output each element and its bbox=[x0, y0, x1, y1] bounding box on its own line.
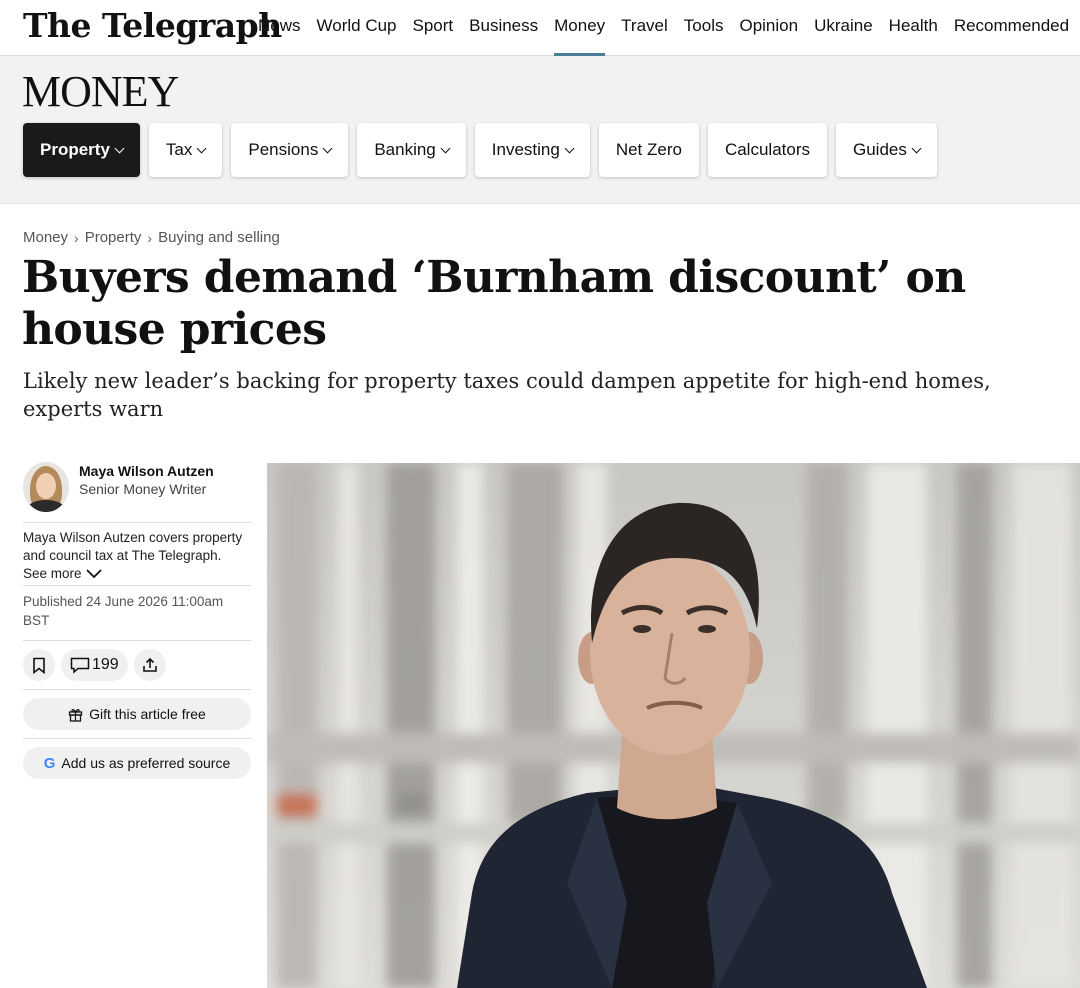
bookmark-button[interactable] bbox=[23, 649, 55, 681]
subnav-label: Tax bbox=[165, 140, 193, 159]
author-bio: Maya Wilson Autzen covers property and c… bbox=[23, 523, 251, 585]
chevron-down-icon bbox=[114, 143, 125, 153]
article-actions: 199 bbox=[23, 641, 251, 689]
see-more-button[interactable]: See more bbox=[23, 565, 102, 583]
chevron-down-icon bbox=[564, 143, 575, 153]
subnav-label: Calculators bbox=[724, 140, 810, 159]
gift-article-button[interactable]: Gift this article free bbox=[23, 698, 251, 730]
chevron-down-icon bbox=[85, 569, 102, 579]
portrait-photo bbox=[267, 463, 1080, 988]
article-lead-image[interactable] bbox=[267, 463, 1080, 988]
see-more-label: See more bbox=[23, 566, 82, 581]
author-bio-text: Maya Wilson Autzen covers property and c… bbox=[23, 530, 243, 563]
chevron-down-icon bbox=[322, 143, 333, 153]
breadcrumb-property[interactable]: Property bbox=[85, 229, 142, 246]
share-button[interactable] bbox=[133, 649, 166, 681]
chevron-down-icon bbox=[196, 143, 207, 153]
subnav-label: Net Zero bbox=[615, 140, 682, 159]
nav-item-news[interactable]: News bbox=[250, 0, 309, 56]
author-role: Senior Money Writer bbox=[79, 481, 207, 497]
nav-item-recommended[interactable]: Recommended bbox=[946, 0, 1077, 56]
subnav-label: Banking bbox=[374, 140, 436, 159]
subnav-calculators-button[interactable]: Calculators bbox=[707, 123, 827, 177]
subnav-banking-button[interactable]: Banking bbox=[357, 123, 466, 177]
subnav-label: Property bbox=[40, 140, 110, 159]
nav-item-world-cup[interactable]: World Cup bbox=[309, 0, 405, 56]
breadcrumb-buying-and-selling[interactable]: Buying and selling bbox=[158, 229, 280, 246]
preferred-source-label: Add us as preferred source bbox=[61, 755, 231, 771]
author-byline: Maya Wilson Autzen Senior Money Writer bbox=[23, 462, 251, 522]
google-icon: G bbox=[43, 754, 56, 772]
nav-item-travel[interactable]: Travel bbox=[613, 0, 676, 56]
gift-icon bbox=[68, 708, 83, 722]
nav-item-sport[interactable]: Sport bbox=[405, 0, 462, 56]
author-name[interactable]: Maya Wilson Autzen bbox=[79, 463, 214, 479]
subnav-property-button[interactable]: Property bbox=[23, 123, 140, 177]
article-standfirst: Likely new leader’s backing for property… bbox=[23, 369, 991, 421]
nav-item-health[interactable]: Health bbox=[881, 0, 946, 56]
subnav-label: Investing bbox=[491, 140, 560, 159]
section-subnav: Property Tax Pensions Banking Investing … bbox=[23, 123, 937, 177]
chevron-down-icon bbox=[911, 143, 922, 153]
nav-item-money[interactable]: Money bbox=[546, 0, 613, 56]
nav-item-opinion[interactable]: Opinion bbox=[731, 0, 806, 56]
comment-icon bbox=[70, 657, 90, 674]
chevron-down-icon bbox=[440, 143, 451, 153]
author-avatar[interactable] bbox=[23, 462, 69, 512]
nav-item-ukraine[interactable]: Ukraine bbox=[806, 0, 881, 56]
published-date: Published 24 June 2026 11:00am BST bbox=[23, 594, 224, 628]
subnav-pensions-button[interactable]: Pensions bbox=[231, 123, 349, 177]
subnav-label: Guides bbox=[853, 140, 907, 159]
article-sidebar: Maya Wilson Autzen Senior Money Writer M… bbox=[23, 462, 251, 787]
article-headline: Buyers demand ‘Burnham discount’ on hous… bbox=[22, 252, 966, 355]
comments-count: 199 bbox=[92, 656, 119, 673]
nav-item-tools[interactable]: Tools bbox=[676, 0, 732, 56]
subnav-net-zero-button[interactable]: Net Zero bbox=[598, 123, 699, 177]
money-section-header: MONEY Property Tax Pensions Banking Inve… bbox=[0, 56, 1080, 204]
subnav-label: Pensions bbox=[248, 140, 319, 159]
share-icon bbox=[142, 657, 157, 672]
nav-item-business[interactable]: Business bbox=[461, 0, 546, 56]
chevron-right-icon: › bbox=[74, 229, 79, 246]
breadcrumb: Money › Property › Buying and selling bbox=[23, 229, 280, 246]
chevron-right-icon: › bbox=[147, 229, 153, 246]
subnav-investing-button[interactable]: Investing bbox=[474, 123, 590, 177]
subnav-guides-button[interactable]: Guides bbox=[836, 123, 937, 177]
section-title[interactable]: MONEY bbox=[22, 66, 179, 117]
bookmark-icon bbox=[33, 657, 45, 674]
telegraph-logo[interactable]: The Telegraph bbox=[23, 6, 282, 45]
preferred-source-button[interactable]: G Add us as preferred source bbox=[23, 747, 251, 779]
subnav-tax-button[interactable]: Tax bbox=[148, 123, 223, 177]
gift-article-label: Gift this article free bbox=[89, 706, 206, 722]
breadcrumb-money[interactable]: Money bbox=[23, 229, 68, 246]
comments-button[interactable]: 199 bbox=[61, 649, 128, 681]
top-navigation-bar: The Telegraph News World Cup Sport Busin… bbox=[0, 0, 1080, 56]
main-nav: News World Cup Sport Business Money Trav… bbox=[250, 0, 1077, 56]
